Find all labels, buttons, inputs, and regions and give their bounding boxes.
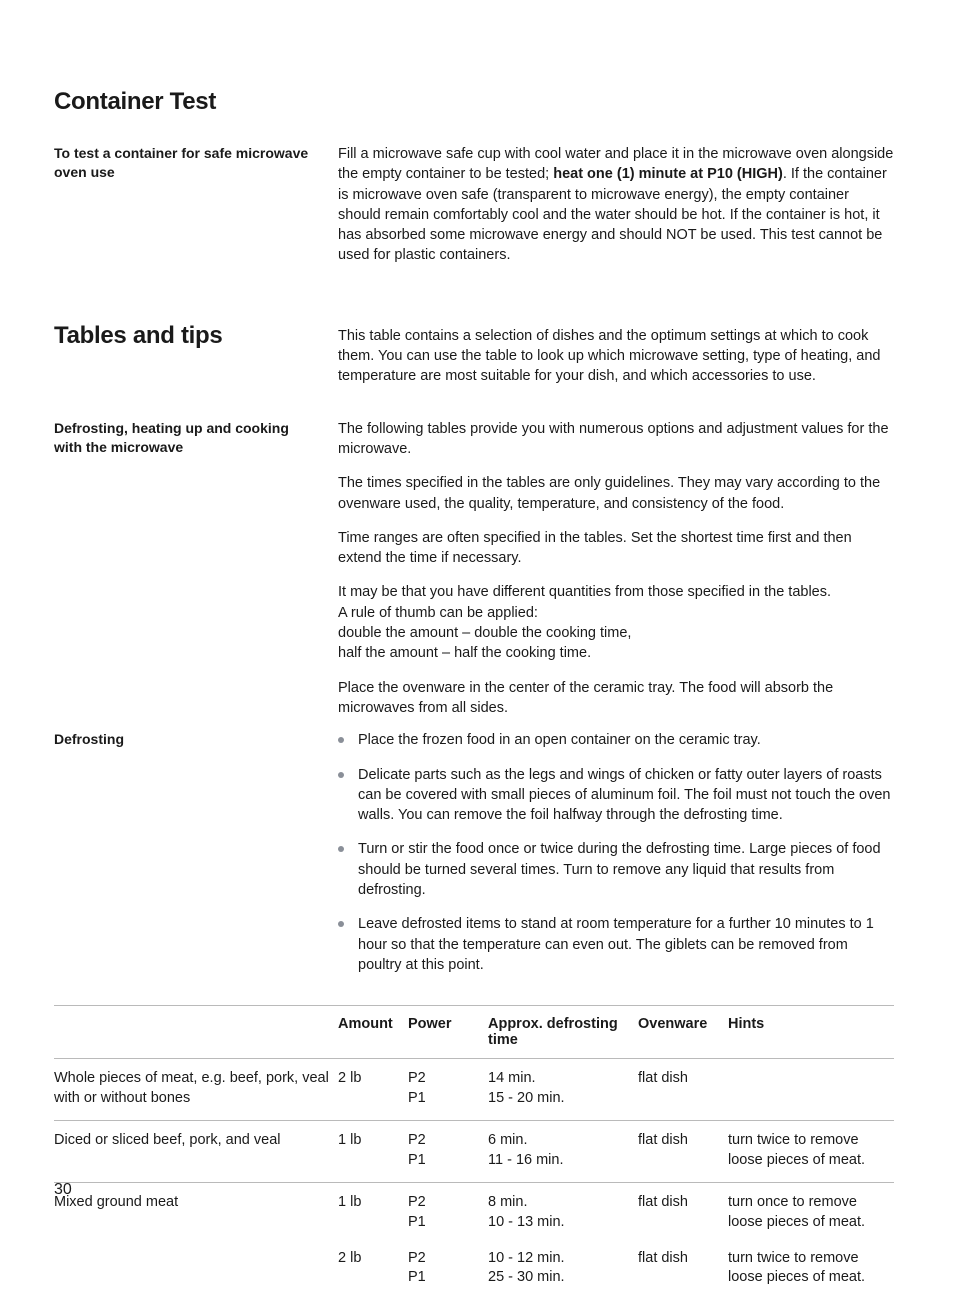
heading-container-test: Container Test [54,88,894,116]
table-header-row: Amount Power Approx. defrosting time Ove… [54,1006,894,1059]
td-item: Diced or sliced beef, pork, and veal [54,1121,338,1183]
dhc-p3: Time ranges are often specified in the t… [338,528,894,569]
th-power: Power [408,1006,488,1059]
side-heading-defrost-heat-cook: Defrosting, heating up and cooking with … [54,419,318,457]
th-item [54,1006,338,1059]
defrosting-bullets: Place the frozen food in an open contain… [338,730,894,975]
bullet-icon [338,846,344,852]
th-hints: Hints [728,1006,894,1059]
th-amount: Amount [338,1006,408,1059]
table-row: Diced or sliced beef, pork, and veal1 lb… [54,1121,894,1183]
td-ovenware: flat dish [638,1245,728,1300]
bullet-text: Turn or stir the food once or twice duri… [358,839,894,900]
th-time: Approx. defrosting time [488,1006,638,1059]
td-hints: turn once to remove loose pieces of meat… [728,1183,894,1245]
table-row: Whole pieces of meat, e.g. beef, pork, v… [54,1059,894,1121]
tables-tips-intro: This table contains a selection of dishe… [338,326,894,387]
td-time: 14 min. 15 - 20 min. [488,1059,638,1121]
td-item: Mixed ground meat [54,1183,338,1245]
th-ovenware: Ovenware [638,1006,728,1059]
dhc-p2: The times specified in the tables are on… [338,473,894,514]
td-ovenware: flat dish [638,1121,728,1183]
td-hints: turn twice to remove loose pieces of mea… [728,1121,894,1183]
defrosting-table: Amount Power Approx. defrosting time Ove… [54,1005,894,1300]
td-amount: 2 lb [338,1245,408,1300]
bullet-icon [338,772,344,778]
bullet-text: Place the frozen food in an open contain… [358,730,894,750]
td-ovenware: flat dish [638,1183,728,1245]
list-item: Leave defrosted items to stand at room t… [338,914,894,975]
td-amount: 1 lb [338,1121,408,1183]
bullet-text: Leave defrosted items to stand at room t… [358,914,894,975]
td-amount: 2 lb [338,1059,408,1121]
td-power: P2 P1 [408,1121,488,1183]
table-row: 2 lbP2 P110 - 12 min. 25 - 30 min.flat d… [54,1245,894,1300]
ct-body-bold: heat one (1) minute at P10 (HIGH) [553,166,783,182]
td-item [54,1245,338,1300]
page-number: 30 [54,1181,72,1199]
td-power: P2 P1 [408,1059,488,1121]
side-heading-defrosting: Defrosting [54,730,318,749]
td-time: 10 - 12 min. 25 - 30 min. [488,1245,638,1300]
dhc-p4: It may be that you have different quanti… [338,582,894,663]
dhc-p5: Place the ovenware in the center of the … [338,678,894,719]
td-hints [728,1059,894,1121]
list-item: Place the frozen food in an open contain… [338,730,894,750]
td-power: P2 P1 [408,1183,488,1245]
td-time: 8 min. 10 - 13 min. [488,1183,638,1245]
list-item: Turn or stir the food once or twice duri… [338,839,894,900]
bullet-text: Delicate parts such as the legs and wing… [358,765,894,826]
td-hints: turn twice to remove loose pieces of mea… [728,1245,894,1300]
td-item: Whole pieces of meat, e.g. beef, pork, v… [54,1059,338,1121]
td-power: P2 P1 [408,1245,488,1300]
bullet-icon [338,921,344,927]
dhc-p1: The following tables provide you with nu… [338,419,894,460]
side-heading-container-test: To test a container for safe microwave o… [54,144,318,182]
heading-tables-tips: Tables and tips [54,322,318,350]
container-test-body: Fill a microwave safe cup with cool wate… [338,144,894,266]
list-item: Delicate parts such as the legs and wing… [338,765,894,826]
td-ovenware: flat dish [638,1059,728,1121]
td-time: 6 min. 11 - 16 min. [488,1121,638,1183]
bullet-icon [338,737,344,743]
table-row: Mixed ground meat1 lbP2 P18 min. 10 - 13… [54,1183,894,1245]
td-amount: 1 lb [338,1183,408,1245]
